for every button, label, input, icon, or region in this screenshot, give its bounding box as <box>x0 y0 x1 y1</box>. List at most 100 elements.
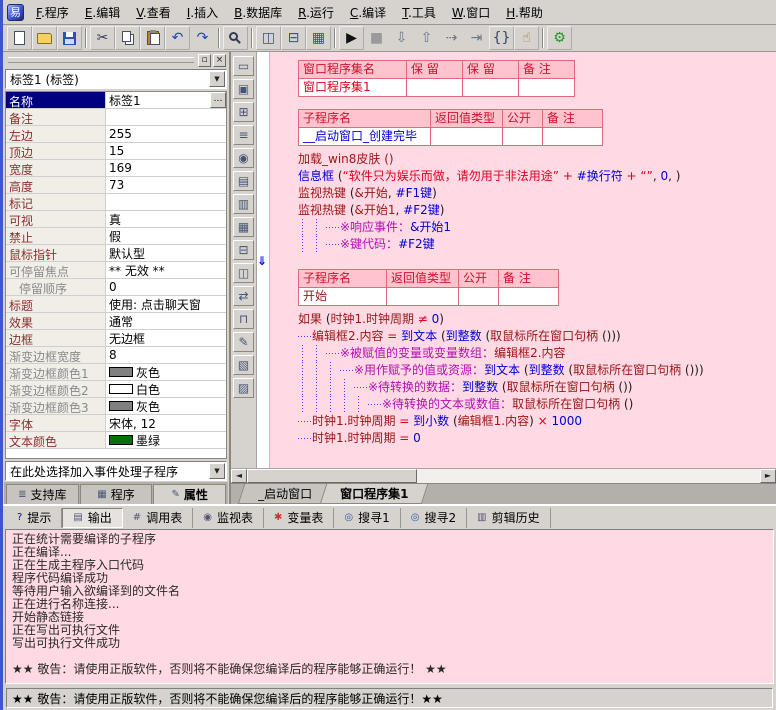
property-value[interactable]: 15 <box>106 143 226 159</box>
property-name[interactable]: 高度 <box>6 177 106 193</box>
menu-item-f[interactable]: F.程序 <box>28 1 77 24</box>
output-tab-提示[interactable]: ?提示 <box>7 508 62 528</box>
output-tab-剪辑历史[interactable]: ▥剪辑历史 <box>467 508 550 528</box>
editor-tool-button-2[interactable]: ▣ <box>233 79 254 99</box>
code-line[interactable]: ※响应事件：&开始1 <box>298 219 772 236</box>
property-value[interactable]: 灰色 <box>106 398 226 414</box>
code-table[interactable]: 子程序名返回值类型公开备 注__启动窗口_创建完毕 <box>298 109 603 146</box>
code-table-cell[interactable]: __启动窗口_创建完毕 <box>299 128 431 146</box>
editor-tool-button-9[interactable]: ⊟ <box>233 240 254 260</box>
property-row[interactable]: 禁止假 <box>6 228 226 245</box>
output-tab-监视表[interactable]: ◉监视表 <box>193 508 264 528</box>
panel-close-button[interactable]: × <box>213 54 226 67</box>
horizontal-scrollbar[interactable]: ◄ ► <box>231 468 776 483</box>
property-name[interactable]: 可停留焦点 <box>6 262 106 278</box>
code-line[interactable]: 如果 (时钟1.时钟周期 ≠ 0) <box>298 311 772 328</box>
property-value[interactable]: 通常 <box>106 313 226 329</box>
property-name[interactable]: 可视 <box>6 211 106 227</box>
editor-tool-button-5[interactable]: ◉ <box>233 148 254 168</box>
property-value[interactable]: 255 <box>106 126 226 142</box>
chevron-down-icon[interactable]: ▼ <box>209 463 225 479</box>
component-selector[interactable]: 标签1 (标签) ▼ <box>5 69 227 89</box>
output-tab-搜寻2[interactable]: ◎搜寻2 <box>401 508 467 528</box>
scroll-left-button[interactable]: ◄ <box>231 469 247 483</box>
property-name[interactable]: 渐变边框颜色3 <box>6 398 106 414</box>
property-row[interactable]: 可视真 <box>6 211 226 228</box>
code-line[interactable]: 时钟1.时钟周期 = 到小数 (编辑框1.内容) × 1000 <box>298 413 772 430</box>
paste-button[interactable] <box>140 26 165 50</box>
undo-button[interactable]: ↶ <box>165 26 190 50</box>
event-selector[interactable]: 在此处选择加入事件处理子程序 ▼ <box>5 461 227 481</box>
property-value[interactable]: ** 无效 ** <box>106 262 226 278</box>
property-value[interactable]: 8 <box>106 347 226 363</box>
property-row[interactable]: 高度73 <box>6 177 226 194</box>
tile-windows-button[interactable]: ▦ <box>306 26 331 50</box>
property-row[interactable]: 边框无边框 <box>6 330 226 347</box>
editor-tool-button-10[interactable]: ◫ <box>233 263 254 283</box>
split-horizontal-button[interactable]: ⊟ <box>281 26 306 50</box>
code-line[interactable]: 时钟1.时钟周期 = 0 <box>298 430 772 447</box>
property-value[interactable]: 标签1 <box>106 92 210 108</box>
code-table-cell[interactable] <box>463 79 519 97</box>
property-name[interactable]: 边框 <box>6 330 106 346</box>
split-vertical-button[interactable]: ◫ <box>256 26 281 50</box>
code-line[interactable]: 监视热键 (&开始, #F1键) <box>298 185 772 202</box>
code-line[interactable]: ※键代码：#F2键 <box>298 236 772 253</box>
property-name[interactable]: 禁止 <box>6 228 106 244</box>
menu-item-r[interactable]: R.运行 <box>290 1 342 24</box>
property-row[interactable]: 字体宋体, 12 <box>6 415 226 432</box>
scrollbar-thumb[interactable] <box>247 469 417 483</box>
menu-item-w[interactable]: W.窗口 <box>444 1 498 24</box>
tools-button[interactable]: ⚙ <box>547 26 572 50</box>
property-name[interactable]: 标记 <box>6 194 106 210</box>
panel-tab-属性[interactable]: ✎属性 <box>153 484 226 504</box>
code-table-cell[interactable] <box>519 79 575 97</box>
property-name[interactable]: 停留顺序 <box>6 279 106 295</box>
menu-item-t[interactable]: T.工具 <box>394 1 444 24</box>
code-table-cell[interactable] <box>459 288 499 306</box>
property-value[interactable]: 宋体, 12 <box>106 415 226 431</box>
editor-tool-button-6[interactable]: ▤ <box>233 171 254 191</box>
property-name[interactable]: 鼠标指针 <box>6 245 106 261</box>
property-row[interactable]: 左边255 <box>6 126 226 143</box>
code-table-cell[interactable] <box>503 128 543 146</box>
code-line[interactable]: 编辑框2.内容 = 到文本 (到整数 (取鼠标所在窗口句柄 ())) <box>298 328 772 345</box>
property-row[interactable]: 效果通常 <box>6 313 226 330</box>
property-value[interactable]: 真 <box>106 211 226 227</box>
property-name[interactable]: 渐变边框颜色1 <box>6 364 106 380</box>
output-tab-变量表[interactable]: ✱变量表 <box>264 508 334 528</box>
property-row[interactable]: 渐变边框颜色3灰色 <box>6 398 226 415</box>
editor-tool-button-3[interactable]: ⊞ <box>233 102 254 122</box>
property-row[interactable]: 顶边15 <box>6 143 226 160</box>
property-row[interactable]: 标题使用: 点击聊天窗 <box>6 296 226 313</box>
code-table-cell[interactable] <box>543 128 603 146</box>
property-row[interactable]: 渐变边框颜色1灰色 <box>6 364 226 381</box>
property-row[interactable]: 名称标签1… <box>6 92 226 109</box>
property-name[interactable]: 标题 <box>6 296 106 312</box>
cut-button[interactable]: ✂ <box>90 26 115 50</box>
property-value[interactable]: 灰色 <box>106 364 226 380</box>
property-name[interactable]: 顶边 <box>6 143 106 159</box>
output-tab-输出[interactable]: ▤输出 <box>62 508 122 528</box>
editor-tool-button-4[interactable]: ≡ <box>233 125 254 145</box>
code-table-cell[interactable] <box>499 288 559 306</box>
property-row[interactable]: 渐变边框颜色2白色 <box>6 381 226 398</box>
property-value[interactable]: 使用: 点击聊天窗 <box>106 296 226 312</box>
property-row[interactable]: 渐变边框宽度8 <box>6 347 226 364</box>
property-name[interactable]: 左边 <box>6 126 106 142</box>
scrollbar-track[interactable] <box>417 469 760 483</box>
editor-tool-button-15[interactable]: ▨ <box>233 378 254 398</box>
code-line[interactable]: ※用作赋予的值或资源：到文本 (到整数 (取鼠标所在窗口句柄 ())) <box>298 362 772 379</box>
code-table-cell[interactable] <box>407 79 463 97</box>
menu-item-b[interactable]: B.数据库 <box>226 1 290 24</box>
property-value[interactable] <box>106 109 226 125</box>
find-button[interactable] <box>223 26 248 50</box>
property-value[interactable]: 墨绿 <box>106 432 226 448</box>
run-button[interactable]: ▶ <box>339 26 364 50</box>
property-value[interactable]: 假 <box>106 228 226 244</box>
output-tab-调用表[interactable]: #调用表 <box>123 508 193 528</box>
editor-tool-button-7[interactable]: ▥ <box>233 194 254 214</box>
property-name[interactable]: 宽度 <box>6 160 106 176</box>
code-table-cell[interactable] <box>431 128 503 146</box>
code-line[interactable]: ※被赋值的变量或变量数组：编辑框2.内容 <box>298 345 772 362</box>
